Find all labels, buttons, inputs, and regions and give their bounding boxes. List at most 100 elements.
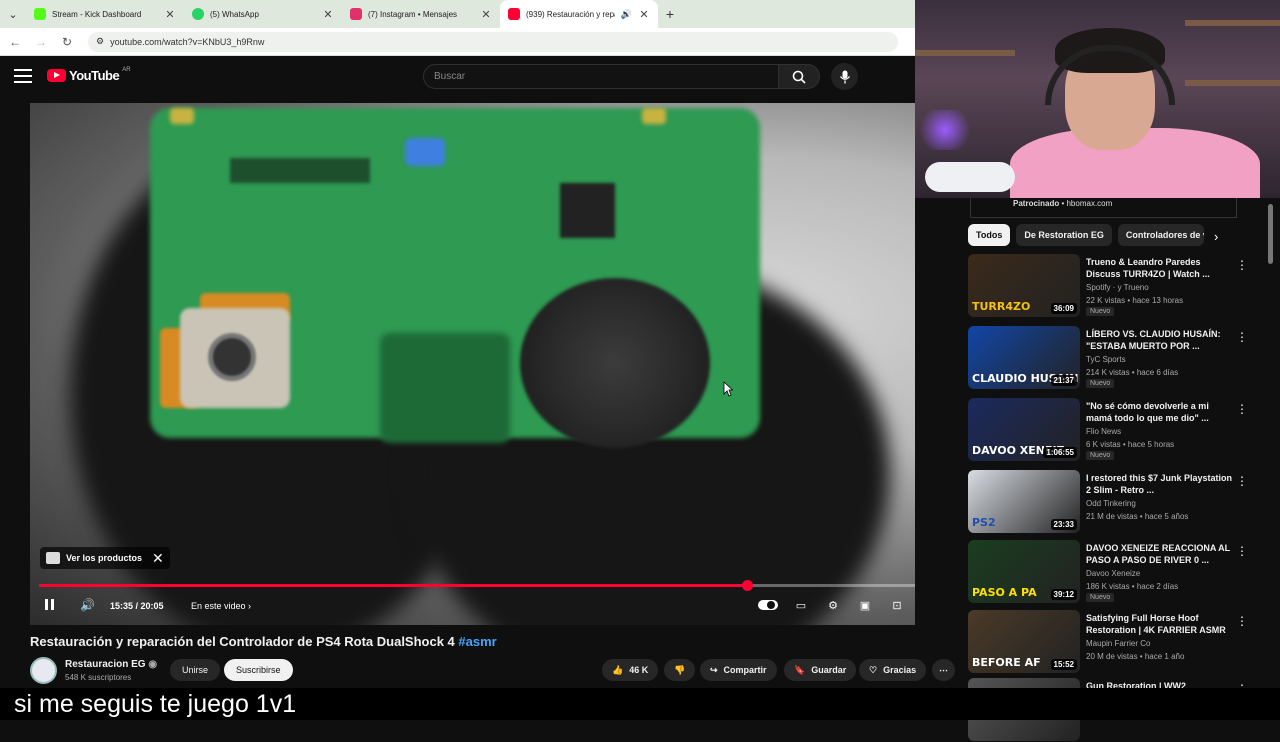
share-button[interactable]: ↪ Compartir [700,659,777,681]
tab-search-button[interactable]: ⌄ [0,0,26,28]
video-frame-connector [230,158,370,183]
close-icon[interactable]: ✕ [152,550,164,567]
tab-youtube[interactable]: (939) Restauración y repara 🔊 ✕ [500,0,658,28]
forward-arrow-icon[interactable]: → [30,31,52,53]
video-channel[interactable]: TyC Sports [1086,355,1126,364]
recommended-video[interactable]: PS2 23:33 I restored this $7 Junk Playstat… [968,470,1258,534]
search-button[interactable] [778,64,820,89]
video-thumbnail[interactable]: BEFORE AF 15:52 [968,610,1080,673]
channel-avatar[interactable] [30,657,57,684]
video-frame-pad [170,108,194,124]
video-thumbnail[interactable]: CLAUDIO HUSAIN 21:37 [968,326,1080,389]
share-label: Compartir [723,665,767,675]
progress-bar[interactable] [39,580,915,591]
scrollbar-thumb[interactable] [1268,204,1273,264]
video-channel[interactable]: Flio News [1086,427,1121,436]
youtube-header: YouTube AR Buscar [0,57,915,97]
video-title[interactable]: I restored this $7 Junk Playstation 2 Sl… [1086,472,1236,496]
like-button[interactable]: 👍 46 K [602,659,659,681]
recommendations-sidebar: Patrocinado • hbomax.com Todos De Restor… [960,198,1280,741]
more-vertical-icon[interactable]: ⋮ [1236,258,1248,272]
video-channel[interactable]: Odd Tinkering [1086,499,1136,508]
video-thumbnail[interactable]: TURR4ZO 36:09 [968,254,1080,317]
youtube-logo[interactable]: YouTube AR [47,67,131,83]
instagram-favicon-icon [350,8,362,20]
video-thumbnail[interactable]: DAVOO XENEIZ 1:06:55 [968,398,1080,461]
webcam-shelf [1185,20,1280,26]
search-input[interactable]: Buscar [423,64,779,89]
video-player[interactable]: Ver los productos ✕ 🔊 15:35 / 20:05 En e… [30,103,915,625]
video-frame-stick-hole [208,333,256,381]
reload-icon[interactable]: ↻ [56,31,78,53]
recommended-video[interactable]: PASO A PA 39:12 DAVOO XENEIZE REACCIONA AL… [968,540,1258,604]
progress-scrubber[interactable] [741,580,753,591]
save-button[interactable]: 🔖 Guardar [784,659,857,681]
video-channel[interactable]: Spotify · y Trueno [1086,283,1149,292]
settings-icon[interactable]: ⚙ [824,596,842,614]
subtitles-icon[interactable]: ▭ [792,596,810,614]
address-bar[interactable]: ⚙ youtube.com/watch?v=KNbU3_h9Rnw [88,31,898,52]
tab-title: (7) Instagram • Mensajes [368,9,458,19]
thanks-button[interactable]: ♡ Gracias [859,659,927,681]
more-vertical-icon[interactable]: ⋮ [1236,330,1248,344]
video-frame-pad [642,108,666,124]
new-tab-button[interactable]: + [658,6,682,22]
more-vertical-icon[interactable]: ⋮ [1236,544,1248,558]
more-vertical-icon[interactable]: ⋮ [1236,402,1248,416]
menu-icon[interactable] [14,69,32,83]
tab-kick[interactable]: Stream - Kick Dashboard ✕ [26,0,184,28]
chip-controllers[interactable]: Controladores de v [1117,224,1204,246]
chip-from-channel[interactable]: De Restoration EG [1016,224,1112,246]
video-title: Restauración y reparación del Controlado… [30,634,497,649]
tab-title: (5) WhatsApp [210,9,259,19]
video-thumbnail[interactable]: PS2 23:33 [968,470,1080,533]
chapter-button[interactable]: En este video › [191,601,251,611]
recommended-video[interactable]: BEFORE AF 15:52 Satisfying Full Horse Hoof… [968,610,1258,674]
sponsored-banner[interactable]: Patrocinado • hbomax.com [970,198,1237,218]
video-title[interactable]: Trueno & Leandro Paredes Discuss TURR4ZO… [1086,256,1236,280]
recommended-video[interactable]: DAVOO XENEIZ 1:06:55 "No sé cómo devolverl… [968,398,1258,462]
join-button[interactable]: Unirse [170,659,221,681]
more-actions-button[interactable]: ⋯ [932,659,955,681]
video-title[interactable]: LÍBERO VS. CLAUDIO HUSAÍN: "ESTABA MUERT… [1086,328,1236,352]
player-controls: 🔊 15:35 / 20:05 En este video › ▭ ⚙ ▣ ⊡ … [30,593,915,619]
view-products-button[interactable]: Ver los productos ✕ [40,547,170,569]
webcam-light [915,110,975,150]
scrollbar[interactable] [1268,198,1274,688]
more-vertical-icon[interactable]: ⋮ [1236,474,1248,488]
cast-icon[interactable]: ⊡ [888,596,906,614]
chevron-right-icon[interactable]: › [1214,229,1218,244]
hashtag-link[interactable]: #asmr [458,634,496,649]
speaker-icon[interactable]: 🔊 [621,9,632,20]
chip-all[interactable]: Todos [968,224,1011,246]
volume-icon[interactable]: 🔊 [80,598,95,612]
tab-close-icon[interactable]: ✕ [322,8,334,21]
back-arrow-icon[interactable]: ← [4,31,26,53]
share-icon: ↪ [710,664,718,675]
channel-name-text: Restauracion EG [65,659,146,670]
channel-name[interactable]: Restauracion EG ◉ [65,659,157,670]
video-title[interactable]: DAVOO XENEIZE REACCIONA AL PASO A PASO D… [1086,542,1236,566]
site-info-icon[interactable]: ⚙ [96,36,104,47]
subscribe-button[interactable]: Suscribirse [224,659,293,681]
autoplay-toggle[interactable] [758,600,778,610]
tab-close-icon[interactable]: ✕ [164,8,176,21]
more-vertical-icon[interactable]: ⋮ [1236,614,1248,628]
new-badge: Nuevo [1086,379,1115,388]
tab-whatsapp[interactable]: (5) WhatsApp ✕ [184,0,342,28]
voice-search-button[interactable] [831,63,858,90]
video-thumbnail[interactable]: PASO A PA 39:12 [968,540,1080,603]
recommended-video[interactable]: TURR4ZO 36:09 Trueno & Leandro Paredes Dis… [968,254,1258,318]
tab-instagram[interactable]: (7) Instagram • Mensajes ✕ [342,0,500,28]
thumbnail-text: BEFORE AF [972,656,1041,669]
video-channel[interactable]: Davoo Xeneize [1086,569,1140,578]
pause-icon[interactable] [45,599,54,610]
miniplayer-icon[interactable]: ▣ [856,596,874,614]
tab-close-icon[interactable]: ✕ [638,8,650,21]
dislike-button[interactable]: 👎 [664,659,696,681]
video-title[interactable]: "No sé cómo devolverle a mi mamá todo lo… [1086,400,1236,424]
video-channel[interactable]: Maupin Farrier Co [1086,639,1150,648]
tab-close-icon[interactable]: ✕ [480,8,492,21]
recommended-video[interactable]: CLAUDIO HUSAIN 21:37 LÍBERO VS. CLAUDIO HU… [968,326,1258,390]
video-title[interactable]: Satisfying Full Horse Hoof Restoration |… [1086,612,1236,636]
